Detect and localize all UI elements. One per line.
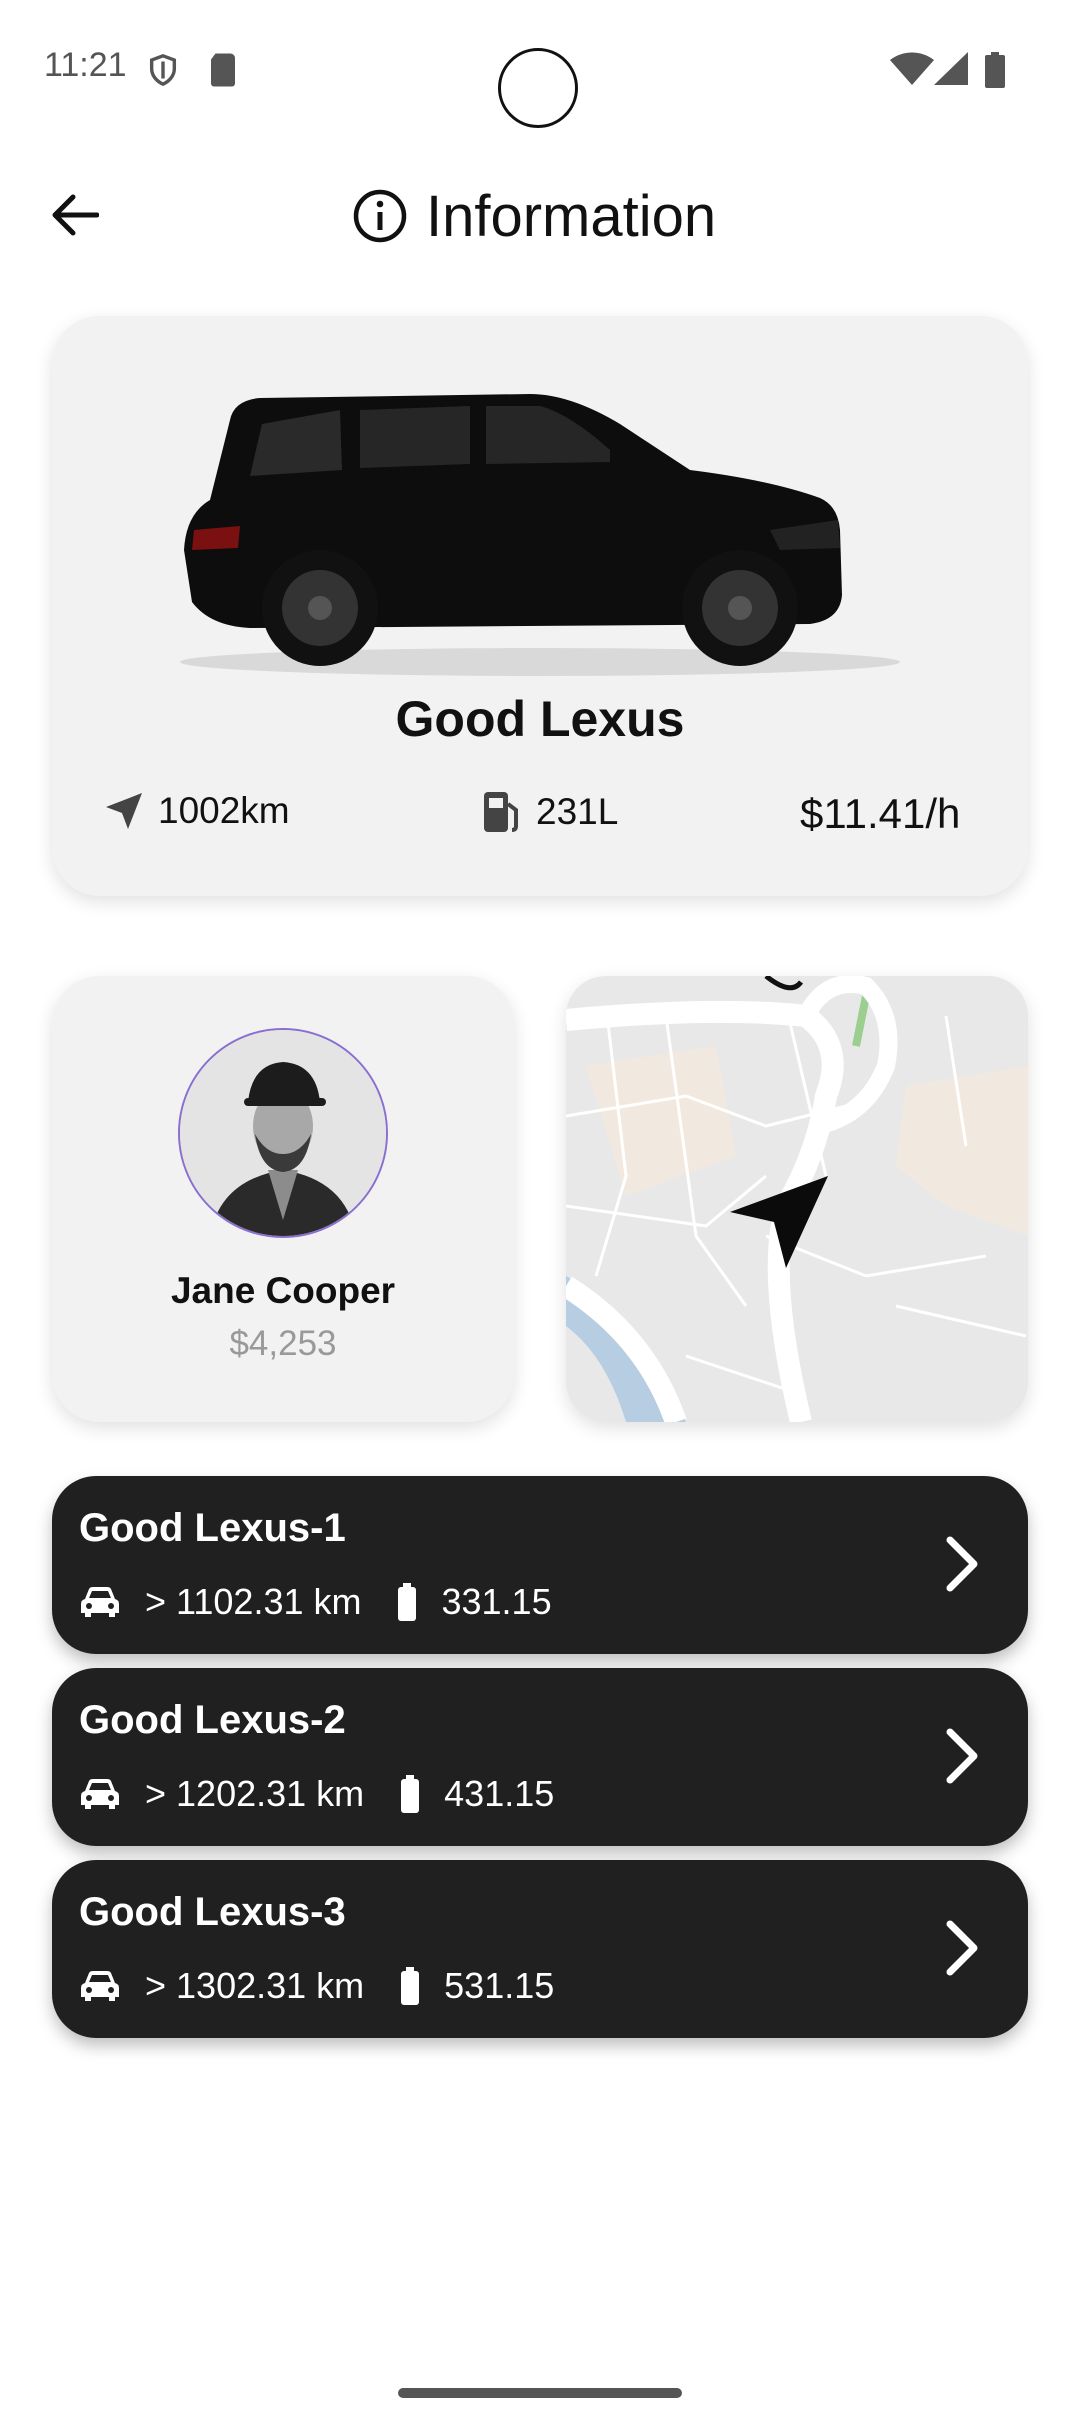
- avatar: [178, 1028, 388, 1238]
- fuel-pump-icon: [484, 792, 518, 832]
- car-image: [180, 394, 900, 676]
- trip-meta: > 1302.31 km 531.15: [79, 1965, 554, 2007]
- page-title: Information: [426, 183, 717, 249]
- trip-battery: 331.15: [441, 1581, 552, 1622]
- driver-name: Jane Cooper: [170, 1270, 396, 1311]
- vehicle-fuel: 231L: [482, 790, 618, 834]
- battery-icon: [401, 1775, 420, 1813]
- arrow-left-icon: [52, 194, 99, 236]
- map-card[interactable]: [566, 976, 1028, 1422]
- page-header: Information: [352, 176, 716, 256]
- vehicle-distance: 1002km: [104, 790, 290, 832]
- status-time: 11:21: [44, 46, 127, 84]
- home-indicator[interactable]: [398, 2388, 682, 2398]
- chevron-right-icon[interactable]: [926, 1528, 998, 1600]
- list-item[interactable]: Good Lexus-2 > 1202.31 km 431.15: [52, 1668, 1028, 1846]
- car-icon: [81, 1971, 119, 2001]
- list-item[interactable]: Good Lexus-3 > 1302.31 km 531.15: [52, 1860, 1028, 2038]
- vehicle-name: Good Lexus: [395, 691, 685, 747]
- sim-card-icon: [208, 52, 238, 93]
- wifi-icon: [890, 52, 934, 91]
- battery-icon: [984, 52, 1006, 93]
- shield-icon: [146, 52, 180, 93]
- trip-distance: > 1102.31 km: [145, 1581, 362, 1622]
- info-icon: [353, 189, 407, 243]
- battery-icon: [398, 1583, 417, 1621]
- camera-cutout: [498, 48, 578, 128]
- trip-battery: 431.15: [444, 1773, 555, 1814]
- chevron-right-icon[interactable]: [926, 1720, 998, 1792]
- car-icon: [81, 1779, 119, 1809]
- vehicle-price: $11.41/h: [800, 790, 961, 837]
- car-icon: [81, 1587, 119, 1617]
- trip-meta: > 1202.31 km 431.15: [79, 1773, 554, 1815]
- battery-icon: [401, 1967, 420, 2005]
- map-view[interactable]: [566, 976, 1028, 1422]
- driver-balance: $4,253: [229, 1324, 337, 1363]
- list-item[interactable]: Good Lexus-1 > 1102.31 km 331.15: [52, 1476, 1028, 1654]
- chevron-right-icon[interactable]: [926, 1912, 998, 1984]
- trip-distance: > 1302.31 km: [145, 1965, 365, 2006]
- vehicle-distance-value: 1002km: [158, 790, 290, 831]
- back-button[interactable]: [40, 180, 110, 250]
- navigation-arrow-icon: [106, 793, 142, 829]
- signal-icon: [934, 52, 970, 91]
- trip-battery: 531.15: [444, 1965, 555, 2006]
- vehicle-fuel-value: 231L: [536, 791, 619, 832]
- trip-meta: > 1102.31 km 331.15: [79, 1581, 552, 1623]
- trip-title: Good Lexus-3: [79, 1890, 346, 1934]
- trip-distance: > 1202.31 km: [145, 1773, 365, 1814]
- trip-title: Good Lexus-2: [79, 1698, 346, 1742]
- trip-title: Good Lexus-1: [79, 1506, 346, 1550]
